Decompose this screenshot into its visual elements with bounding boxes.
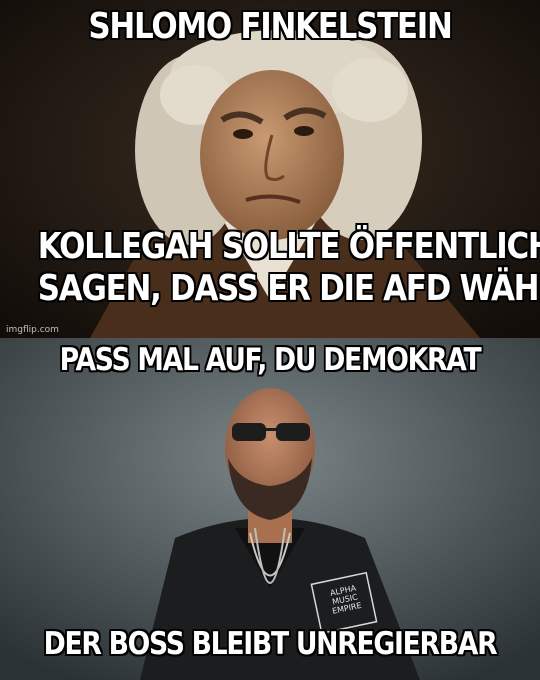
bottom-caption: KOLLEGAH SOLLTE ÖFFENTLICH SAGEN, DASS E…	[37, 226, 540, 310]
meme-panel-top: SHLOMO FINKELSTEIN KOLLEGAH SOLLTE ÖFFEN…	[0, 0, 540, 338]
bottom-caption-line-1: KOLLEGAH SOLLTE ÖFFENTLICH	[37, 226, 540, 267]
bottom-caption: DER BOSS BLEIBT UNREGIERBAR	[43, 626, 498, 662]
top-caption: SHLOMO FINKELSTEIN	[88, 6, 453, 47]
meme-panel-bottom: PASS MAL AUF, DU DEMOKRAT ALPHA MUSIC EM…	[0, 338, 540, 680]
imgflip-watermark: imgflip.com	[6, 325, 59, 335]
bottom-caption-line-2: SAGEN, DASS ER DIE AFD WÄHLT	[37, 268, 540, 309]
top-caption: PASS MAL AUF, DU DEMOKRAT	[59, 342, 482, 378]
